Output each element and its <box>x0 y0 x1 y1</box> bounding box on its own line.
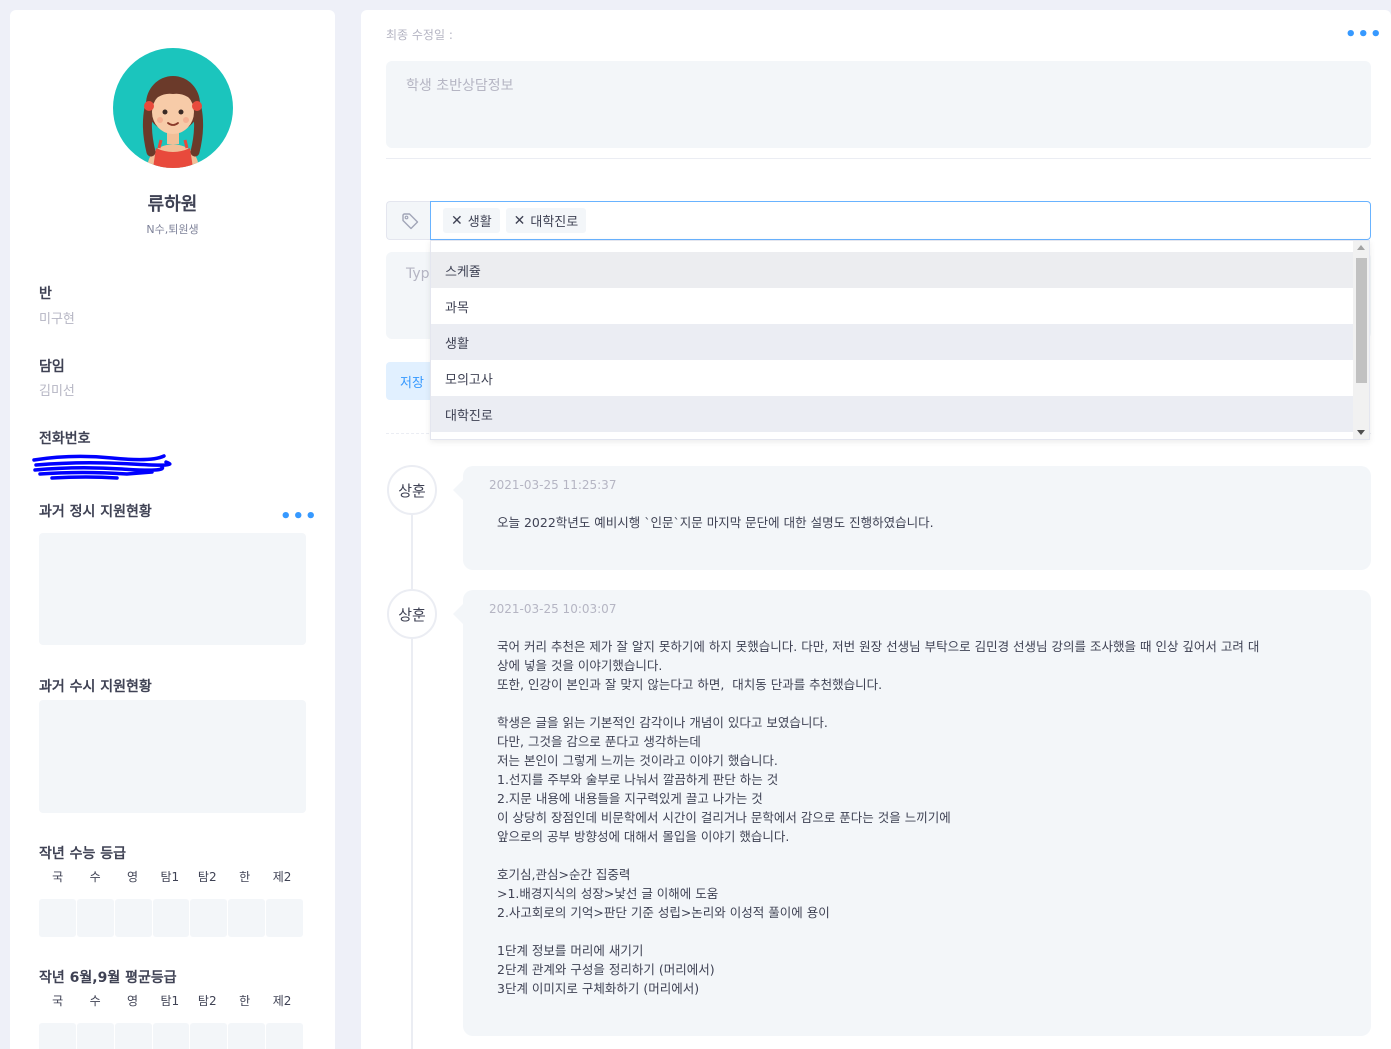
grade-col: 국 <box>52 994 64 1008</box>
last-modified-label: 최종 수정일 : <box>386 28 453 42</box>
csat-grade-label: 작년 수능 등급 <box>39 846 127 862</box>
avatar <box>113 48 233 168</box>
close-icon[interactable]: ✕ <box>514 214 526 228</box>
tag-chip: ✕ 대학진로 <box>505 208 587 233</box>
timeline-author-badge: 상훈 <box>387 465 437 515</box>
mock-grade-header: 국 수 영 탐1 탐2 한 제2 <box>39 992 303 1009</box>
grade-col: 수 <box>89 994 101 1008</box>
past-regular-box <box>39 533 306 645</box>
scroll-down-icon[interactable] <box>1357 430 1365 435</box>
student-name: 류하원 <box>147 194 198 215</box>
grade-cell <box>76 1023 114 1049</box>
initial-consult-placeholder: 학생 초반상담정보 <box>406 78 514 94</box>
close-icon[interactable]: ✕ <box>451 214 463 228</box>
scroll-up-icon[interactable] <box>1357 245 1365 250</box>
tag-chip-label: 생활 <box>467 215 492 230</box>
tag-option[interactable]: 모의고사 <box>431 360 1354 396</box>
grade-col: 국 <box>52 870 64 884</box>
tag-option[interactable]: 대학진로 <box>431 396 1354 432</box>
grade-col: 탐2 <box>197 994 217 1008</box>
grade-cell <box>190 1023 228 1049</box>
grade-cell <box>228 1023 266 1049</box>
tag-chip: ✕ 생활 <box>443 208 500 233</box>
mock-grade-row <box>39 1023 304 1049</box>
tag-input[interactable]: ✕ 생활 ✕ 대학진로 <box>430 201 1371 240</box>
class-value: 미구현 <box>39 312 75 327</box>
tag-chip-label: 대학진로 <box>530 215 579 230</box>
phone-label: 전화번호 <box>39 431 91 447</box>
tag-option[interactable]: 과목 <box>431 288 1354 324</box>
grade-cell <box>228 899 266 937</box>
timeline-line <box>411 490 413 1049</box>
scrollbar-thumb[interactable] <box>1356 258 1367 383</box>
grade-col: 탐1 <box>160 994 180 1008</box>
grade-cell <box>39 1023 76 1049</box>
past-early-box <box>39 700 306 813</box>
mock-grade-label: 작년 6월,9월 평균등급 <box>39 970 177 986</box>
tag-addon <box>386 201 432 240</box>
timeline-date: 2021-03-25 10:03:07 <box>489 602 617 616</box>
timeline-entry: 2021-03-25 10:03:07 국어 커리 추천은 제가 잘 알지 못하… <box>453 590 1371 1036</box>
past-early-label: 과거 수시 지원현황 <box>39 679 152 695</box>
tag-icon <box>401 212 418 229</box>
grade-col: 영 <box>126 994 138 1008</box>
timeline-author-badge: 상훈 <box>387 589 437 639</box>
grade-cell <box>190 899 228 937</box>
grade-cell <box>266 899 304 937</box>
phone-redaction-scribble <box>32 454 172 480</box>
grade-cell <box>152 899 190 937</box>
grade-cell <box>152 1023 190 1049</box>
avatar-girl-icon <box>142 76 204 168</box>
timeline-text: 오늘 2022학년도 예비시행 `인문`지문 마지막 문단에 대한 설명도 진행… <box>497 515 934 530</box>
grade-cell <box>39 899 76 937</box>
grade-cell <box>114 1023 152 1049</box>
teacher-value: 김미선 <box>39 384 75 399</box>
grade-col: 한 <box>239 870 251 884</box>
past-regular-label: 과거 정시 지원현황 <box>39 504 152 520</box>
teacher-label: 담임 <box>39 359 65 375</box>
grade-cell <box>76 899 114 937</box>
grade-cell <box>114 899 152 937</box>
dropdown-scrollbar[interactable] <box>1353 241 1369 439</box>
more-dots-icon[interactable]: ••• <box>1345 26 1383 44</box>
tag-options-list: 스케쥴 과목 생활 모의고사 대학진로 <box>431 252 1354 432</box>
csat-grade-header: 국 수 영 탐1 탐2 한 제2 <box>39 868 303 885</box>
grade-cell <box>266 1023 304 1049</box>
timeline-date: 2021-03-25 11:25:37 <box>489 478 617 492</box>
grade-col: 제2 <box>272 870 292 884</box>
grade-col: 한 <box>239 994 251 1008</box>
initial-consult-textarea[interactable]: 학생 초반상담정보 <box>386 61 1371 148</box>
tag-option[interactable]: 생활 <box>431 324 1354 360</box>
timeline-entry: 2021-03-25 11:25:37 오늘 2022학년도 예비시행 `인문`… <box>453 466 1371 570</box>
student-status: N수,퇴원생 <box>146 223 199 236</box>
grade-col: 수 <box>89 870 101 884</box>
csat-grade-row <box>39 899 304 937</box>
grade-col: 탐2 <box>197 870 217 884</box>
divider <box>386 158 1371 159</box>
profile-card: 류하원 N수,퇴원생 반 미구현 담임 김미선 전화번호 과거 정시 지원현황 … <box>10 10 335 1049</box>
grade-col: 탐1 <box>160 870 180 884</box>
grade-col: 제2 <box>272 994 292 1008</box>
more-dots-icon[interactable]: ••• <box>280 508 318 526</box>
grade-col: 영 <box>126 870 138 884</box>
timeline-text: 국어 커리 추천은 제가 잘 알지 못하기에 하지 못했습니다. 다만, 저번 … <box>497 639 1260 996</box>
tag-dropdown: 스케쥴 과목 생활 모의고사 대학진로 <box>430 240 1370 440</box>
tag-option[interactable]: 스케쥴 <box>431 252 1354 288</box>
class-label: 반 <box>39 286 52 302</box>
